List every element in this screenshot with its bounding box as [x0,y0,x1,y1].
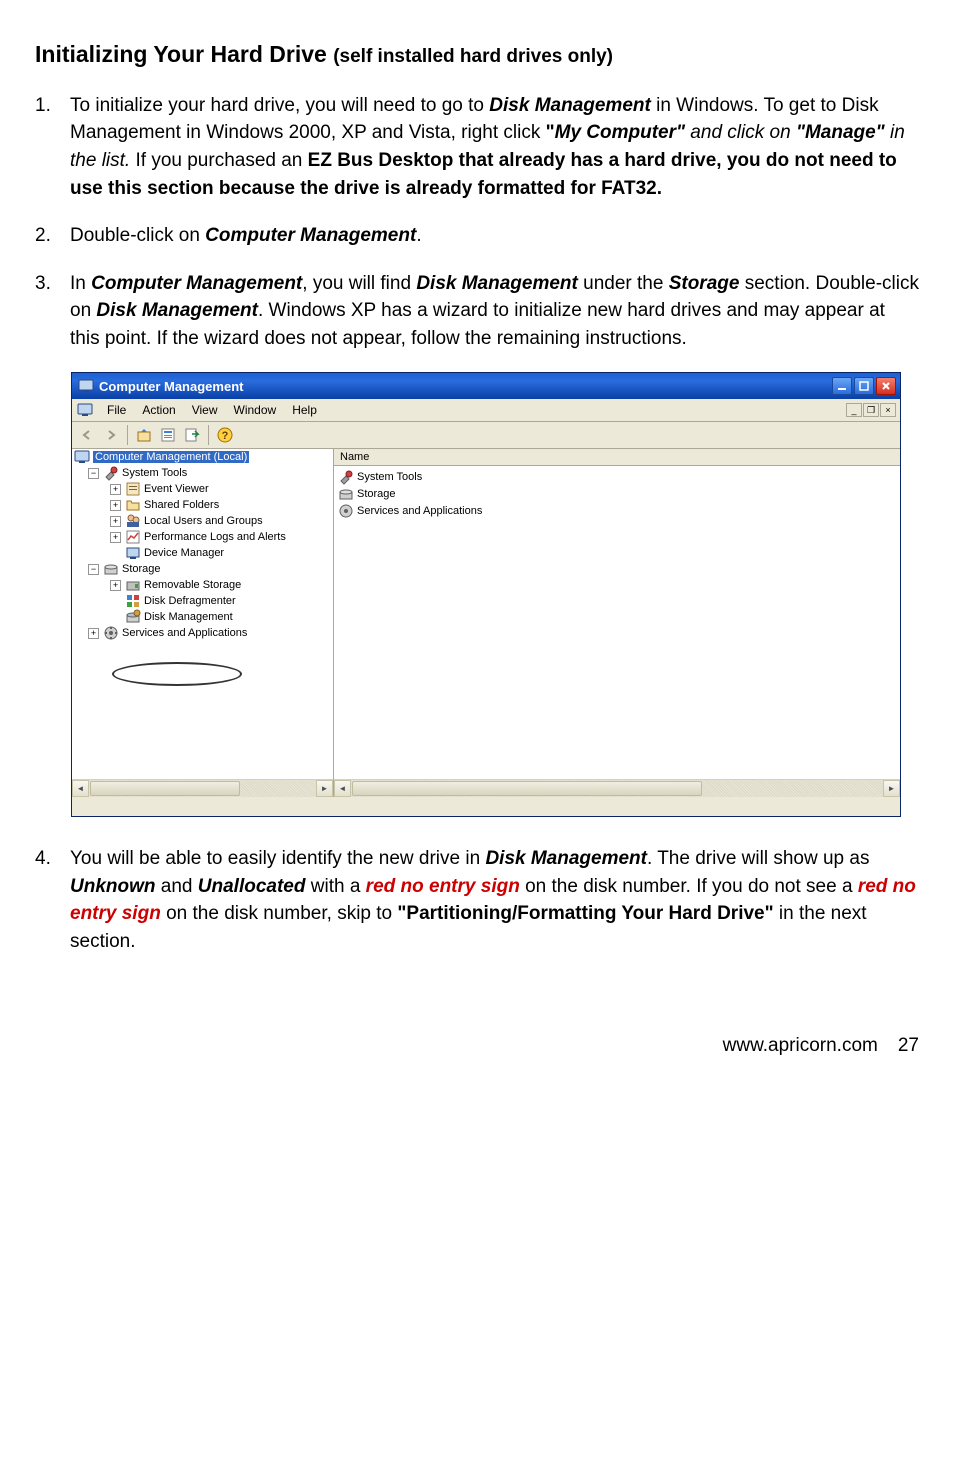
menu-help[interactable]: Help [284,401,325,419]
menubar: File Action View Window Help _ ❐ × [72,399,900,422]
page-number: 27 [898,1035,919,1057]
scroll-right-button[interactable]: ► [316,780,333,797]
tree-shared-folders[interactable]: + Shared Folders [72,497,333,513]
page-footer: www.apricorn.com 27 [35,1035,919,1057]
window-title: Computer Management [99,379,832,394]
perf-icon [125,529,141,545]
export-button[interactable] [181,424,203,446]
scroll-left-button[interactable]: ◄ [334,780,351,797]
step-number: 3. [35,270,70,353]
close-button[interactable] [876,377,896,395]
computer-icon [74,449,90,465]
expand-icon[interactable]: + [110,484,121,495]
services-icon [103,625,119,641]
list-item[interactable]: Storage [338,485,896,502]
svg-text:?: ? [222,430,229,442]
mdi-restore-button[interactable]: ❐ [863,403,879,417]
tree-services[interactable]: + Services and Applications [72,625,333,641]
screenshot: Computer Management File Action View Win… [71,372,919,817]
toolbar: ? [72,422,900,449]
tree-root[interactable]: Computer Management (Local) [72,449,333,465]
app-icon [78,378,94,394]
storage-icon [338,486,354,502]
menu-window[interactable]: Window [226,401,285,419]
step-body: In Computer Management, you will find Di… [70,270,919,353]
scrollbar-left[interactable]: ◄ ► [72,779,334,796]
tree-panel: Computer Management (Local) − System Too… [72,449,334,779]
tree-device-manager[interactable]: Device Manager [72,545,333,561]
defrag-icon [125,593,141,609]
services-icon [338,503,354,519]
step-body: Double-click on Computer Management. [70,222,919,250]
tree-removable[interactable]: + Removable Storage [72,577,333,593]
step-number: 4. [35,845,70,955]
expand-icon[interactable]: + [110,516,121,527]
menu-sys-icon[interactable] [76,401,94,419]
expand-icon[interactable]: + [110,500,121,511]
expand-icon[interactable]: + [88,628,99,639]
menu-file[interactable]: File [99,401,134,419]
statusbar [72,796,900,816]
step-number: 1. [35,92,70,202]
menu-action[interactable]: Action [134,401,183,419]
step-body: To initialize your hard drive, you will … [70,92,919,202]
list-item[interactable]: System Tools [338,468,896,485]
tree-event-viewer[interactable]: + Event Viewer [72,481,333,497]
step-3: 3. In Computer Management, you will find… [35,270,919,353]
expand-icon[interactable]: + [110,532,121,543]
forward-button [100,424,122,446]
step-1: 1. To initialize your hard drive, you wi… [35,92,919,202]
step-number: 2. [35,222,70,250]
list-item[interactable]: Services and Applications [338,502,896,519]
collapse-icon[interactable]: − [88,468,99,479]
tree-local-users[interactable]: + Local Users and Groups [72,513,333,529]
removable-icon [125,577,141,593]
step-body: You will be able to easily identify the … [70,845,919,955]
scroll-right-button[interactable]: ► [883,780,900,797]
tree-storage[interactable]: − Storage [72,561,333,577]
tools-icon [338,469,354,485]
page-heading: Initializing Your Hard Drive (self insta… [35,40,919,70]
window: Computer Management File Action View Win… [71,372,901,817]
maximize-button[interactable] [854,377,874,395]
back-button [76,424,98,446]
heading-main: Initializing Your Hard Drive [35,41,333,67]
storage-icon [103,561,119,577]
mdi-close-button[interactable]: × [880,403,896,417]
footer-url: www.apricorn.com [723,1035,878,1057]
tree-defrag[interactable]: Disk Defragmenter [72,593,333,609]
users-icon [125,513,141,529]
tools-icon [103,465,119,481]
tree-disk-management[interactable]: Disk Management [72,609,333,625]
device-icon [125,545,141,561]
event-viewer-icon [125,481,141,497]
list-panel: Name System Tools Storage Services and A… [334,449,900,779]
tree-perf-logs[interactable]: + Performance Logs and Alerts [72,529,333,545]
disk-mgmt-icon [125,609,141,625]
titlebar[interactable]: Computer Management [72,373,900,399]
properties-button[interactable] [157,424,179,446]
help-button[interactable]: ? [214,424,236,446]
up-button[interactable] [133,424,155,446]
step-4: 4. You will be able to easily identify t… [35,845,919,955]
heading-sub: (self installed hard drives only) [333,46,613,67]
step-2: 2. Double-click on Computer Management. [35,222,919,250]
mdi-minimize-button[interactable]: _ [846,403,862,417]
expand-icon[interactable]: + [110,580,121,591]
minimize-button[interactable] [832,377,852,395]
scrollbar-right[interactable]: ◄ ► [334,779,900,796]
column-header-name[interactable]: Name [334,449,900,466]
folder-icon [125,497,141,513]
menu-view[interactable]: View [184,401,226,419]
scroll-left-button[interactable]: ◄ [72,780,89,797]
collapse-icon[interactable]: − [88,564,99,575]
tree-system-tools[interactable]: − System Tools [72,465,333,481]
